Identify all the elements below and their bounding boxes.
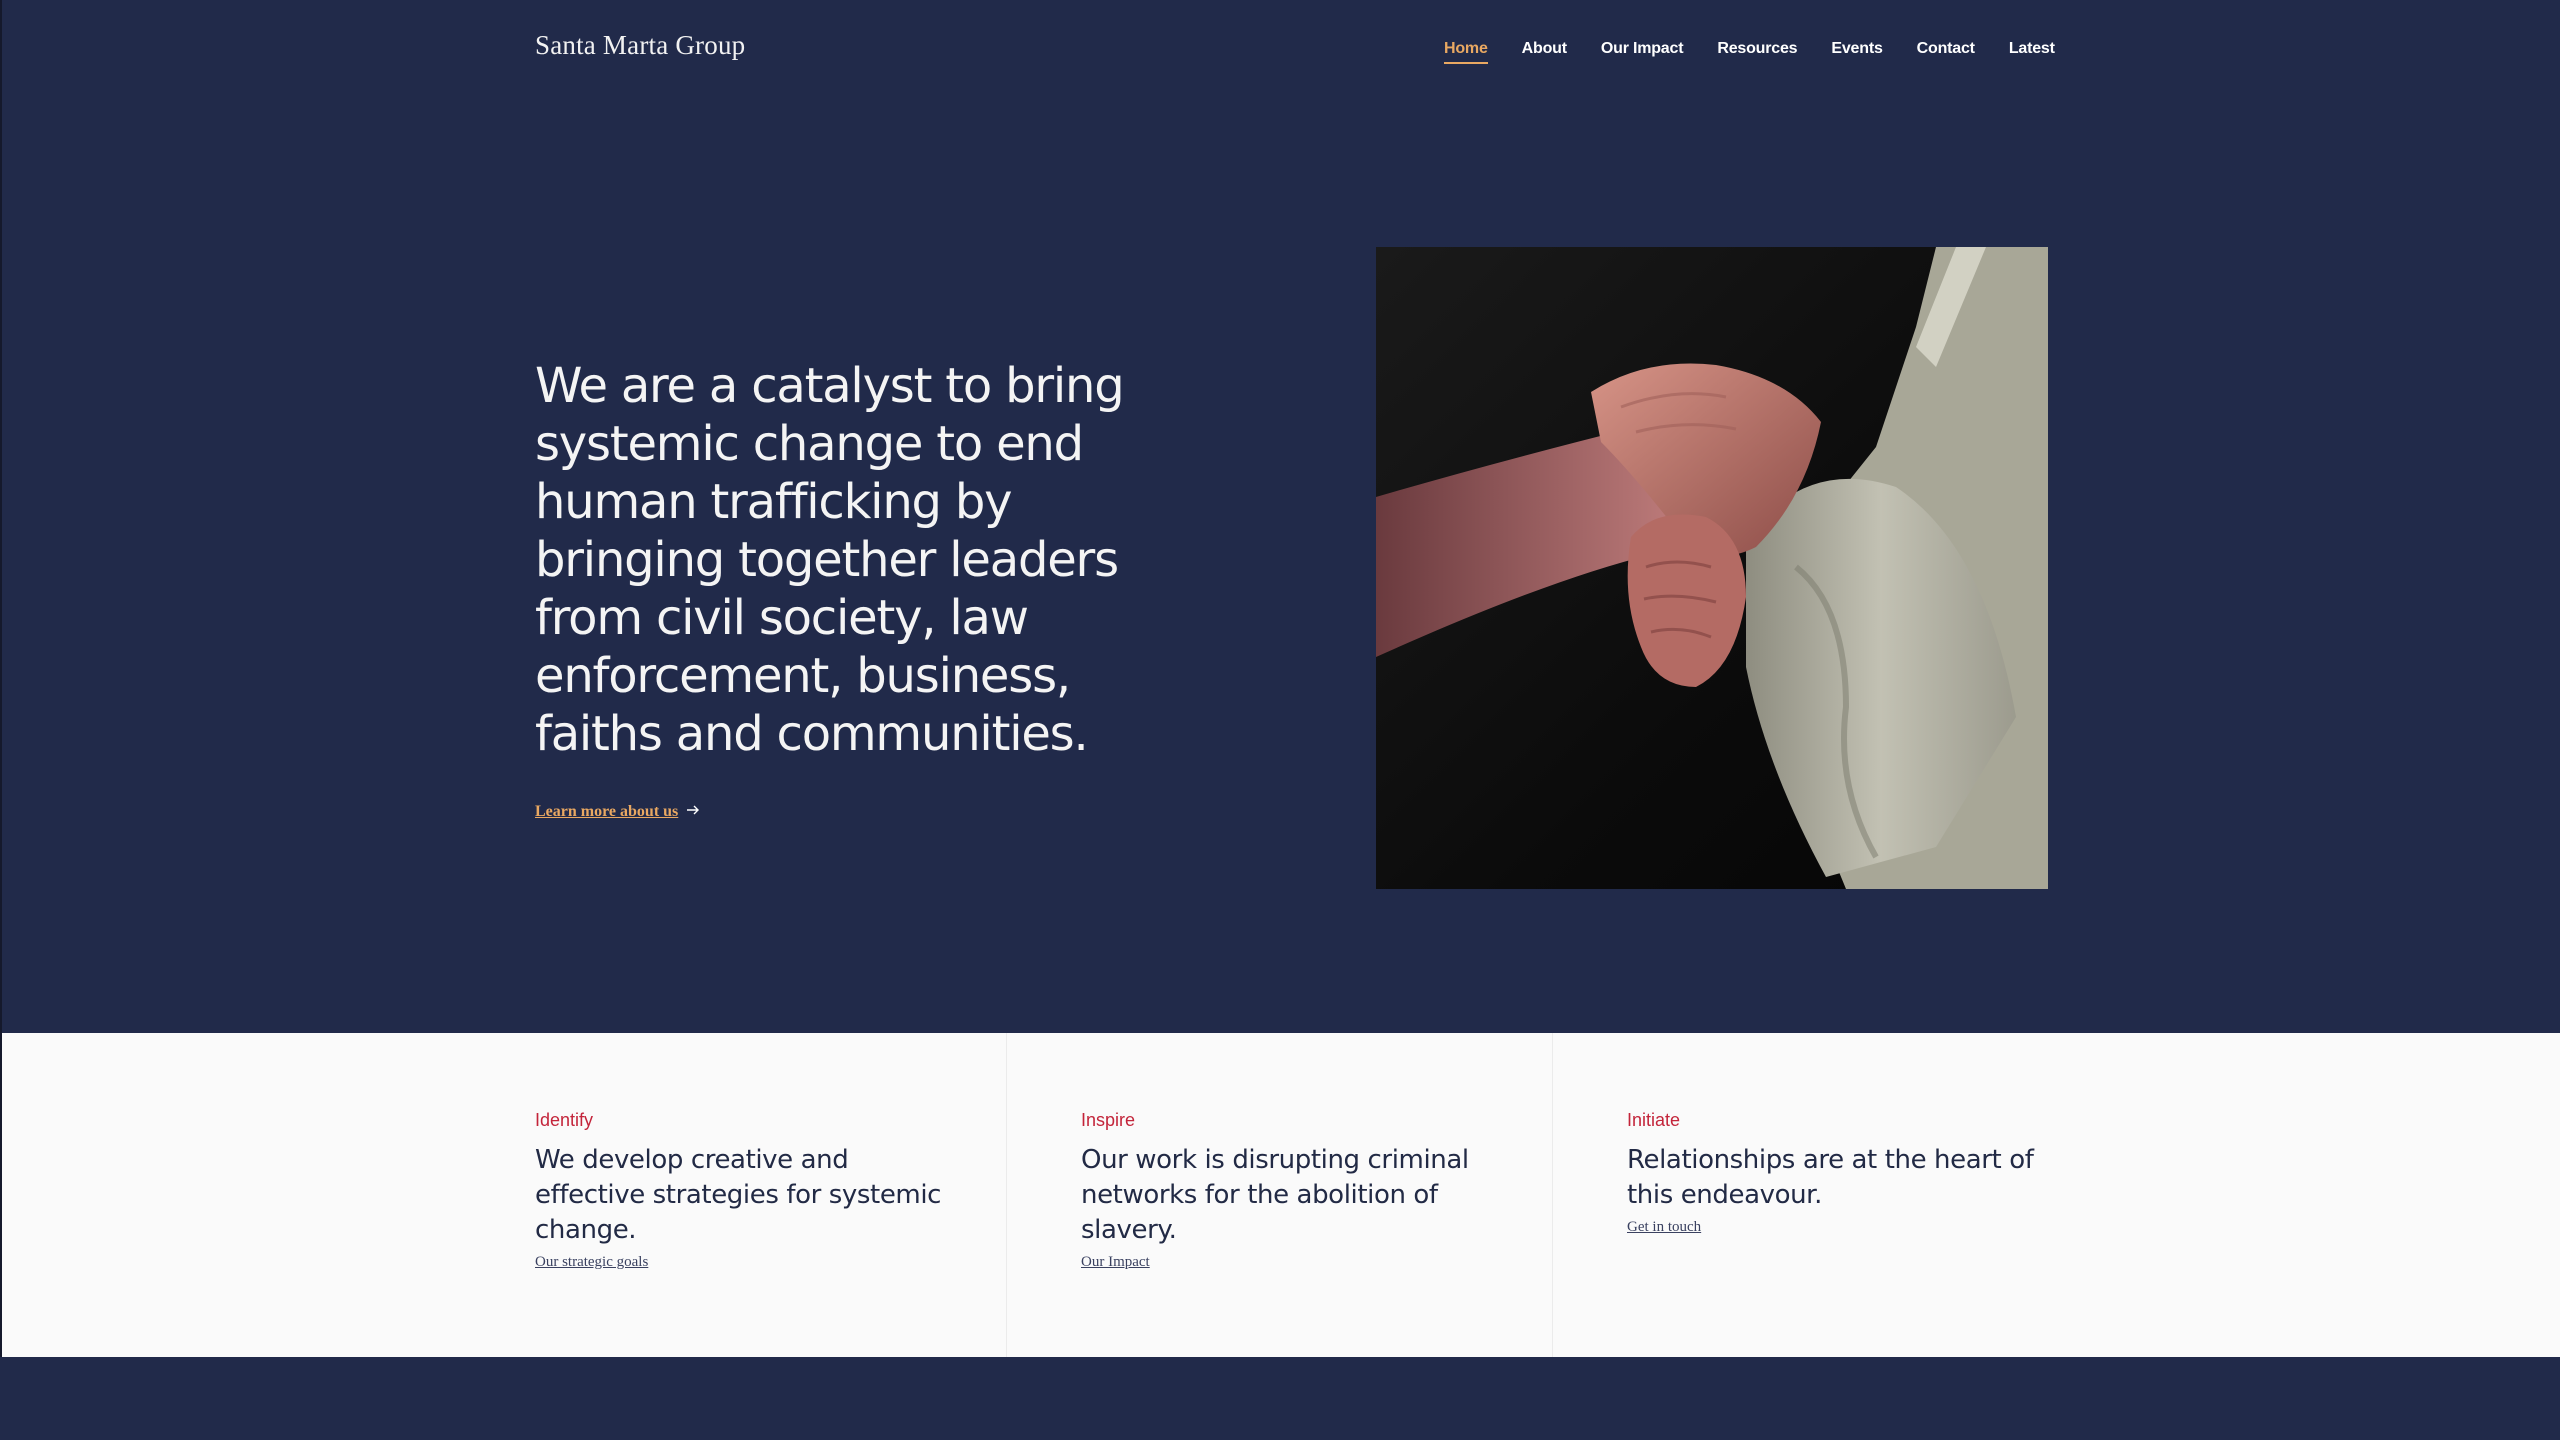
strategic-goals-link[interactable]: Our strategic goals [535, 1254, 648, 1271]
pillar-inspire: Inspire Our work is disrupting criminal … [1081, 1110, 1501, 1271]
pillar-label: Initiate [1627, 1110, 1681, 1130]
nav-our-impact[interactable]: Our Impact [1601, 40, 1684, 64]
pillar-text: Relationships are at the heart of this e… [1627, 1145, 2034, 1210]
nav-events[interactable]: Events [1831, 40, 1882, 64]
site-header: Santa Marta Group Home About Our Impact … [0, 0, 2560, 100]
pillar-identify: Identify We develop creative and effecti… [535, 1110, 955, 1271]
nav-about[interactable]: About [1522, 40, 1567, 64]
our-impact-link[interactable]: Our Impact [1081, 1254, 1150, 1271]
footer-band [0, 1357, 2560, 1440]
hero-headline: We are a catalyst to bring systemic chan… [535, 358, 1125, 762]
pillar-label: Inspire [1081, 1110, 1136, 1130]
pillar-initiate: Initiate Relationships are at the heart … [1627, 1110, 2047, 1236]
pillar-label: Identify [535, 1110, 594, 1130]
arrow-right-icon [686, 802, 700, 821]
hero-image-clasped-hands [1376, 247, 2048, 889]
learn-more-label: Learn more about us [535, 802, 679, 820]
get-in-touch-link[interactable]: Get in touch [1627, 1219, 1701, 1236]
pillar-text: Our work is disrupting criminal networks… [1081, 1145, 1469, 1245]
nav-contact[interactable]: Contact [1917, 40, 1975, 64]
learn-more-link[interactable]: Learn more about us [535, 802, 700, 821]
nav-latest[interactable]: Latest [2009, 40, 2055, 64]
pillar-divider [1552, 1033, 1553, 1357]
main-nav: Home About Our Impact Resources Events C… [1444, 40, 2055, 64]
pillar-divider [1006, 1033, 1007, 1357]
pillars-section: Identify We develop creative and effecti… [2, 1033, 2560, 1357]
site-logo[interactable]: Santa Marta Group [535, 30, 745, 61]
nav-home[interactable]: Home [1444, 40, 1488, 64]
nav-resources[interactable]: Resources [1717, 40, 1797, 64]
pillar-text: We develop creative and effective strate… [535, 1145, 942, 1245]
